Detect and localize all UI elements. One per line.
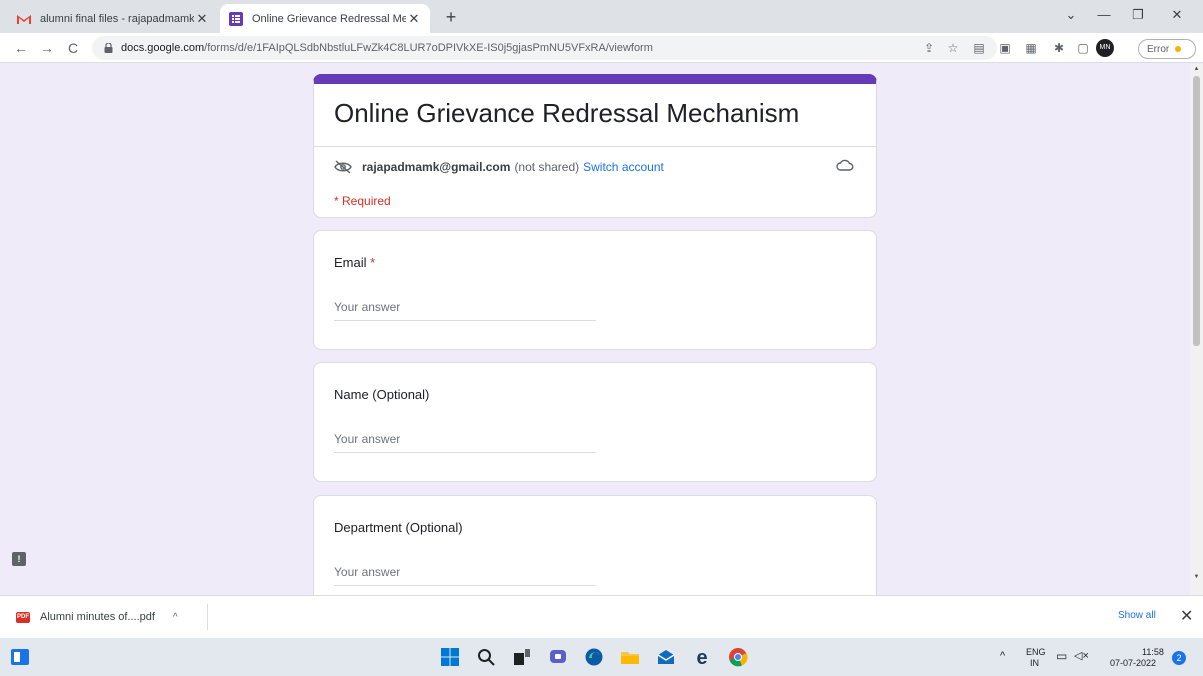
tab-strip: alumni final files - rajapadmamk ✕ Onlin… <box>0 0 1203 33</box>
tab-title: alumni final files - rajapadmamk <box>40 12 194 25</box>
download-bar: PDF Alumni minutes of....pdf ^ Show all … <box>0 595 1203 638</box>
close-window-button[interactable]: ✕ <box>1163 2 1191 28</box>
reload-button[interactable]: C <box>62 37 84 59</box>
profile-error-button[interactable]: Error <box>1138 39 1196 59</box>
close-tab-icon[interactable]: ✕ <box>194 11 210 27</box>
question-title: Email <box>334 255 367 270</box>
chat-icon[interactable] <box>548 647 568 667</box>
cloud-icon <box>836 159 854 171</box>
divider <box>314 146 876 147</box>
show-all-link[interactable]: Show all <box>1118 610 1156 621</box>
new-tab-button[interactable]: + <box>440 6 462 28</box>
scroll-up-icon[interactable]: ▲ <box>1190 66 1203 72</box>
internet-explorer-icon[interactable]: e <box>692 647 712 667</box>
tray-expand-icon[interactable]: ^ <box>1000 650 1005 662</box>
share-icon[interactable]: ⇪ <box>920 39 938 57</box>
tab-search-icon[interactable]: ⌄ <box>1057 2 1085 28</box>
windows-taskbar: e ^ ENG IN ▭ ◁× 11:58 07-07-2022 2 <box>0 638 1203 676</box>
task-view-icon[interactable] <box>512 647 532 667</box>
pdf-file-icon: PDF <box>16 611 30 623</box>
restore-button[interactable]: ❐ <box>1124 2 1152 28</box>
required-star: * <box>370 255 376 270</box>
search-icon[interactable] <box>476 647 496 667</box>
url-path: /forms/d/e/1FAIpQLSdbNbstluLFwZk4C8LUR7o… <box>204 42 653 54</box>
gmail-icon <box>17 14 31 24</box>
url-domain: docs.google.com <box>121 42 205 54</box>
question-card-name: Name (Optional) <box>313 362 877 482</box>
switch-account-link[interactable]: Switch account <box>583 160 664 174</box>
menu-dots-icon <box>1175 46 1182 52</box>
address-bar[interactable]: docs.google.com/forms/d/e/1FAIpQLSdbNbst… <box>92 36 997 60</box>
account-email: rajapadmamk@gmail.com <box>362 160 511 174</box>
question-card-department: Department (Optional) <box>313 495 877 595</box>
browser-toolbar: ← → C docs.google.com/forms/d/e/1FAIpQLS… <box>0 33 1203 63</box>
tab-title: Online Grievance Redressal Mech <box>252 12 406 25</box>
form-title: Online Grievance Redressal Mechanism <box>334 98 800 128</box>
error-label: Error <box>1147 43 1170 55</box>
email-field[interactable] <box>334 293 596 321</box>
minimize-button[interactable]: — <box>1090 2 1118 28</box>
eye-off-icon <box>334 160 352 174</box>
tab-gmail[interactable]: alumni final files - rajapadmamk ✕ <box>8 4 218 33</box>
file-explorer-icon[interactable] <box>620 647 640 667</box>
notification-badge[interactable]: 2 <box>1172 651 1186 665</box>
tab-google-forms[interactable]: Online Grievance Redressal Mech ✕ <box>220 4 430 33</box>
department-field[interactable] <box>334 558 596 586</box>
bookmark-star-icon[interactable]: ☆ <box>944 39 962 57</box>
close-download-bar-icon[interactable]: ✕ <box>1180 606 1193 626</box>
side-panel-icon[interactable]: ▢ <box>1074 39 1092 57</box>
page-scrollbar[interactable]: ▲ ▼ <box>1190 64 1203 595</box>
question-title: Name (Optional) <box>334 387 430 402</box>
edge-icon[interactable] <box>584 647 604 667</box>
lock-icon <box>104 43 113 53</box>
windows-start-icon[interactable] <box>440 647 460 667</box>
mail-icon[interactable] <box>656 647 676 667</box>
volume-muted-icon[interactable]: ◁× <box>1074 649 1089 662</box>
extension-tool-icon[interactable]: ▦ <box>1022 39 1040 57</box>
region-label[interactable]: IN <box>1030 658 1039 668</box>
google-forms-icon <box>229 11 243 26</box>
question-card-email: Email * <box>313 230 877 350</box>
scroll-down-icon[interactable]: ▼ <box>1190 574 1203 580</box>
network-icon[interactable]: ▭ <box>1056 649 1067 663</box>
download-item[interactable]: PDF Alumni minutes of....pdf ^ <box>10 604 208 630</box>
profile-avatar-icon[interactable]: MN <box>1096 39 1114 57</box>
account-info: rajapadmamk@gmail.com (not shared) Switc… <box>334 160 664 174</box>
required-note: * Required <box>334 194 391 208</box>
clock-date[interactable]: 07-07-2022 <box>1110 658 1156 668</box>
extension-pdf-icon[interactable]: ▣ <box>996 39 1014 57</box>
close-tab-icon[interactable]: ✕ <box>406 11 422 27</box>
form-header-card: Online Grievance Redressal Mechanism raj… <box>313 74 877 218</box>
question-title: Department (Optional) <box>334 520 463 535</box>
scrollbar-thumb[interactable] <box>1193 76 1200 346</box>
chevron-up-icon[interactable]: ^ <box>173 612 178 623</box>
not-shared-label: (not shared) <box>514 160 580 174</box>
name-field[interactable] <box>334 425 596 453</box>
clock-time[interactable]: 11:58 <box>1142 647 1164 657</box>
chrome-icon[interactable] <box>728 647 748 667</box>
language-label[interactable]: ENG <box>1026 647 1046 657</box>
report-feedback-icon[interactable]: ! <box>12 552 26 566</box>
back-button[interactable]: ← <box>10 37 32 59</box>
question-label: Email * <box>334 255 375 270</box>
extensions-puzzle-icon[interactable]: ✱ <box>1050 39 1068 57</box>
svg-text:e: e <box>696 647 707 667</box>
extension-icon[interactable]: ▤ <box>970 39 988 57</box>
forward-button[interactable]: → <box>36 37 58 59</box>
widgets-icon[interactable] <box>10 647 30 667</box>
form-page: Online Grievance Redressal Mechanism raj… <box>0 64 1190 595</box>
download-filename: Alumni minutes of....pdf <box>40 611 155 623</box>
